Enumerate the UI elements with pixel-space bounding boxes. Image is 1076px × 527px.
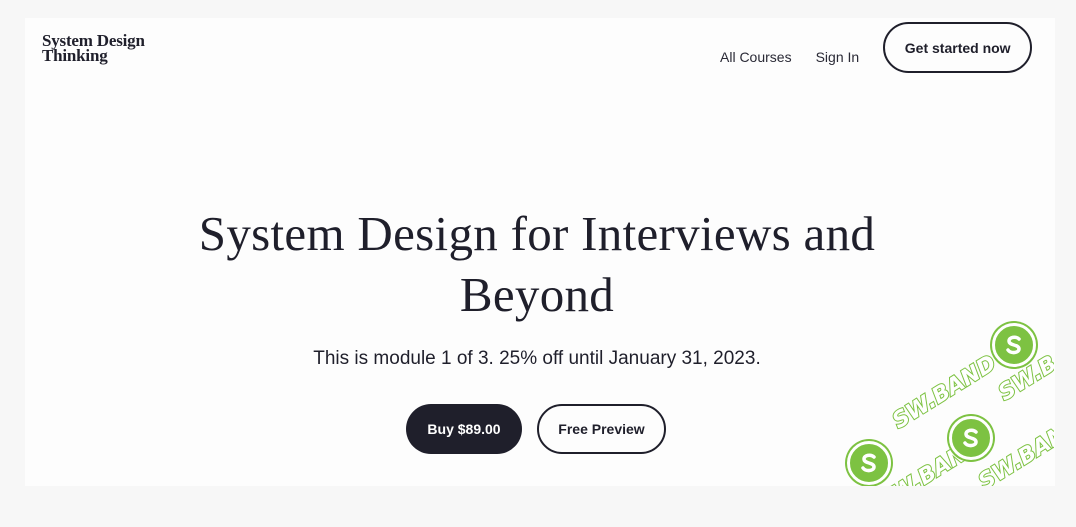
hero-title: System Design for Interviews and Beyond — [25, 203, 1049, 325]
hero-subtitle: This is module 1 of 3. 25% off until Jan… — [313, 348, 761, 369]
get-started-button[interactable]: Get started now — [883, 22, 1033, 73]
hero-title-line-2: Beyond — [459, 267, 615, 322]
top-nav: All Courses Sign In Get started now — [720, 22, 1033, 73]
nav-sign-in-link[interactable]: Sign In — [816, 49, 860, 65]
site-logo[interactable]: System Design Thinking — [42, 32, 145, 65]
buy-button[interactable]: Buy $89.00 — [406, 404, 522, 454]
nav-all-courses-link[interactable]: All Courses — [720, 49, 792, 65]
hero-title-line-1: System Design for Interviews and — [198, 206, 876, 261]
page: System Design Thinking All Courses Sign … — [25, 18, 1055, 486]
cta-row: Buy $89.00 Free Preview — [406, 404, 666, 454]
free-preview-button[interactable]: Free Preview — [537, 404, 666, 454]
logo-line-2: Thinking — [42, 46, 108, 65]
